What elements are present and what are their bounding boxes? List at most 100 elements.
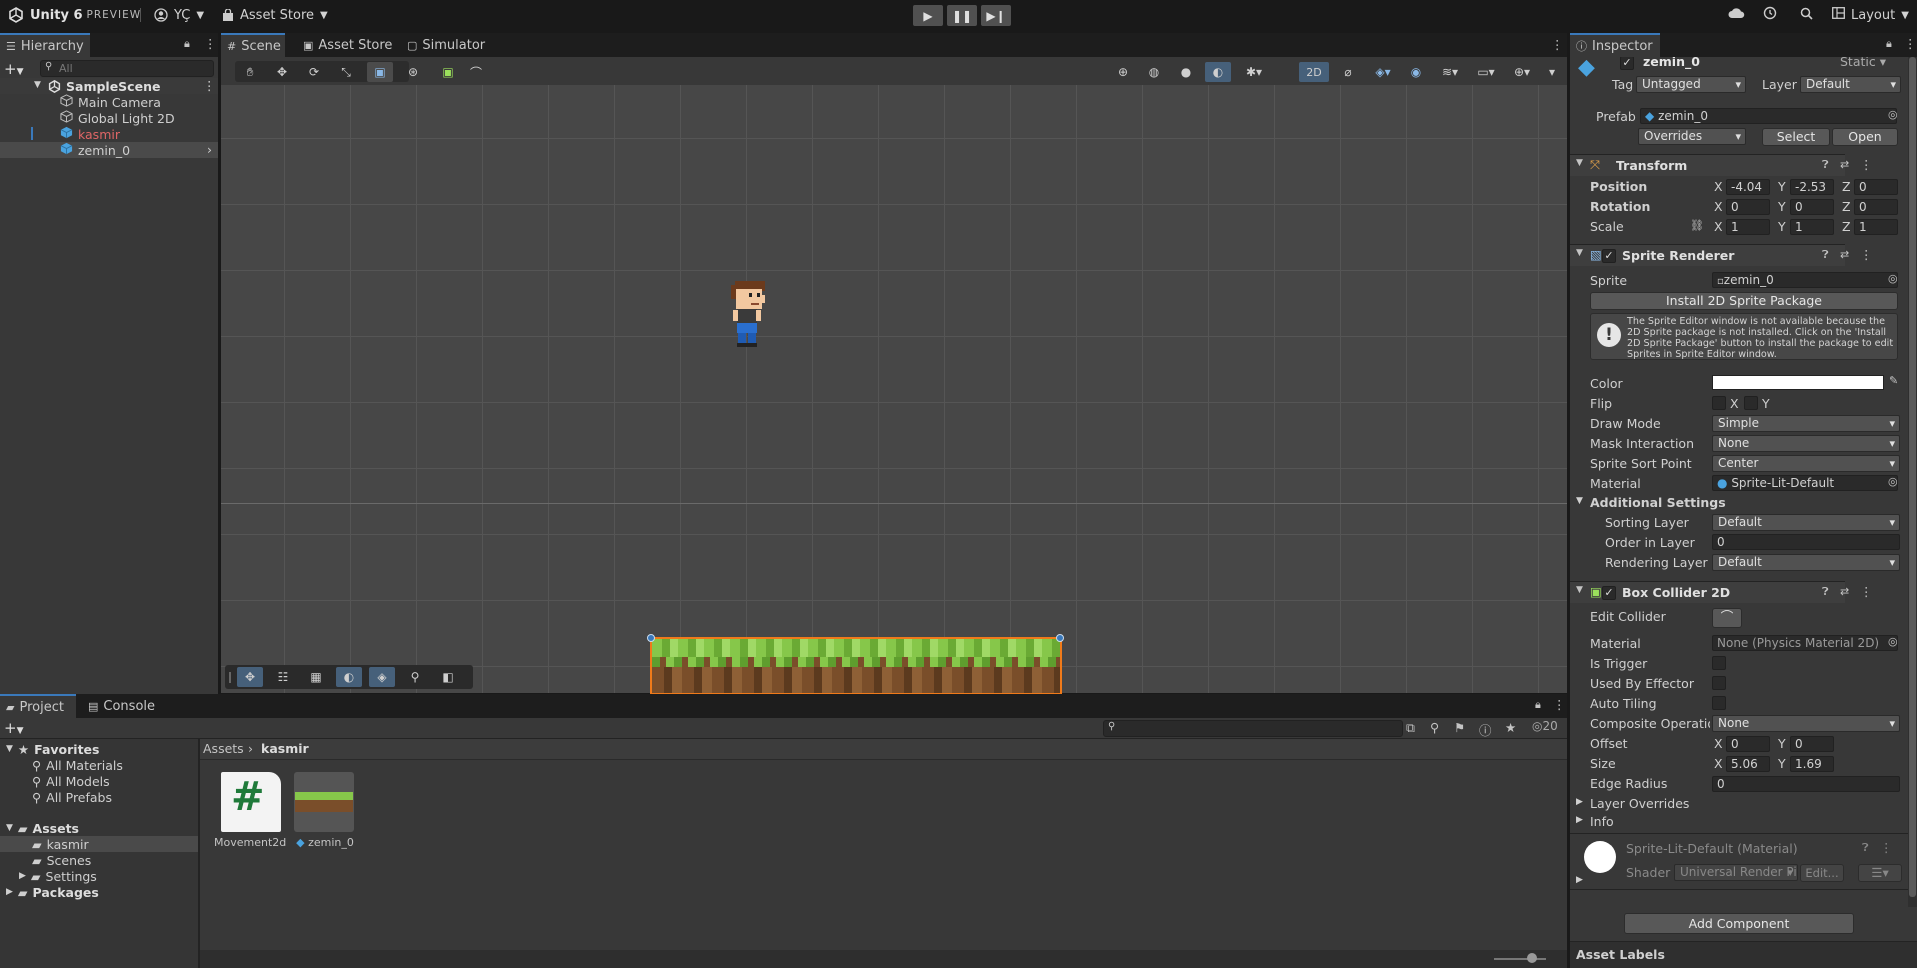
transform-header[interactable]: ▼ ⤧ Transform ❓︎ ⇄ ⋮ — [1570, 154, 1873, 176]
asset-zemin[interactable]: ◆ zemin_0 — [290, 772, 360, 862]
add-object-button[interactable]: +▼ — [4, 60, 24, 78]
breadcrumb-assets[interactable]: Assets — [203, 741, 244, 756]
overrides-dropdown[interactable]: Overrides — [1638, 128, 1746, 145]
expand-arrow-icon[interactable]: ▶ — [1576, 797, 1583, 807]
sort-point-dropdown[interactable]: Center — [1712, 455, 1900, 472]
filter-icon[interactable]: ⚲ — [1430, 720, 1439, 735]
camera-dropdown[interactable]: ▭▾ — [1470, 62, 1502, 82]
cloud-button[interactable] — [1728, 0, 1745, 30]
lock-icon[interactable]: 🔒︎ — [184, 37, 190, 51]
info-foldout[interactable]: Info — [1590, 814, 1614, 829]
tab-inspector[interactable]: ⓘ Inspector — [1570, 33, 1660, 57]
label-icon[interactable]: ⚑ — [1454, 720, 1465, 735]
more-options-icon[interactable]: ⋮ — [1860, 584, 1873, 599]
help-icon[interactable]: ❓︎ — [1862, 841, 1869, 855]
character-sprite-kasmir[interactable] — [727, 277, 771, 351]
size-x-field[interactable]: 5.06 — [1726, 756, 1770, 772]
lock-icon[interactable]: 🔒︎ — [1886, 37, 1892, 51]
favorite-all-models[interactable]: ⚲ All Models — [0, 773, 110, 789]
unity-logo[interactable]: Unity 6 PREVIEW — [8, 0, 141, 30]
object-picker-icon[interactable]: ◎ — [1888, 635, 1898, 648]
overlay-layers[interactable]: ◈ — [369, 667, 395, 687]
hierarchy-item-kasmir[interactable]: kasmir — [0, 126, 120, 142]
overlay-grid-snap[interactable]: ☷ — [270, 667, 296, 687]
hidden-count[interactable]: ◎20 — [1532, 719, 1558, 733]
additional-settings-foldout[interactable]: Additional Settings — [1590, 495, 1726, 510]
scene-more[interactable]: ▾ — [1539, 62, 1565, 82]
collider-material-field[interactable]: None (Physics Material 2D) — [1712, 635, 1898, 651]
overlay-move[interactable]: ✥ — [237, 667, 263, 687]
presets-icon[interactable]: ⇄ — [1840, 248, 1849, 261]
layer-dropdown[interactable]: Default — [1800, 76, 1901, 93]
mask-interaction-dropdown[interactable]: None — [1712, 435, 1900, 452]
pause-button[interactable]: ❚❚ — [947, 5, 977, 26]
install-sprite-package-button[interactable]: Install 2D Sprite Package — [1590, 292, 1898, 310]
presets-icon[interactable]: ⇄ — [1840, 158, 1849, 171]
select-button[interactable]: Select — [1762, 128, 1830, 146]
object-picker-icon[interactable]: ◎ — [1888, 475, 1898, 488]
scale-y-field[interactable]: 1 — [1790, 219, 1834, 235]
chevron-right-icon[interactable]: › — [207, 142, 212, 157]
object-picker-icon[interactable]: ◎ — [1888, 108, 1898, 121]
search-button[interactable] — [1800, 0, 1813, 30]
tab-simulator[interactable]: ▢ Simulator — [401, 33, 491, 57]
assets-row[interactable]: ▼ ▰ Assets — [0, 820, 79, 836]
scene-viewport[interactable]: ✥ ☷ ▦ ◐ ◈ ⚲ ◧ — [221, 85, 1567, 695]
shading-lit[interactable]: ◐ — [1205, 62, 1231, 82]
tag-dropdown[interactable]: Untagged — [1636, 76, 1746, 93]
edit-collider-button[interactable]: ⌒ — [1712, 608, 1742, 628]
more-options-icon[interactable]: ⋮ — [1551, 37, 1564, 52]
hierarchy-search-input[interactable]: ⚲ All — [40, 60, 214, 77]
edge-radius-field[interactable]: 0 — [1712, 776, 1900, 792]
bounds-handle[interactable] — [647, 634, 655, 642]
more-options-icon[interactable]: ⋮ — [1553, 697, 1566, 712]
expand-arrow-icon[interactable]: ▼ — [1576, 496, 1583, 506]
overlay-increment[interactable]: ▦ — [303, 667, 329, 687]
rendering-layer-dropdown[interactable]: Default — [1712, 554, 1900, 571]
shader-edit-button[interactable]: Edit... — [1800, 864, 1844, 882]
drag-handle[interactable] — [229, 672, 231, 683]
open-button[interactable]: Open — [1832, 128, 1898, 146]
fx-dropdown[interactable]: ◈▾ — [1366, 62, 1400, 82]
warning-filter-icon[interactable]: ⓘ — [1479, 720, 1492, 739]
help-icon[interactable]: ❓︎ — [1822, 158, 1829, 172]
shading-wire[interactable]: ◍ — [1141, 62, 1167, 82]
static-toggle[interactable]: Static ▾ — [1840, 57, 1886, 69]
favorite-all-prefabs[interactable]: ⚲ All Prefabs — [0, 789, 112, 805]
hierarchy-item-zemin[interactable]: zemin_0 › — [0, 142, 218, 158]
move-tool[interactable]: ✥ — [269, 62, 295, 82]
tab-project[interactable]: ▰ Project — [0, 694, 76, 718]
position-x-field[interactable]: -4.04 — [1726, 179, 1770, 195]
overlay-search[interactable]: ⚲ — [402, 667, 428, 687]
tab-console[interactable]: ▤ Console — [82, 694, 161, 718]
size-y-field[interactable]: 1.69 — [1790, 756, 1834, 772]
expand-arrow-icon[interactable]: ▶ — [1576, 875, 1583, 885]
edit-collider-tool[interactable]: ⌒ — [463, 62, 489, 82]
overlay-camera[interactable]: ◧ — [435, 667, 461, 687]
layer-overrides-foldout[interactable]: Layer Overrides — [1590, 796, 1689, 811]
global-toggle[interactable]: ⊕ — [1110, 62, 1136, 82]
account-dropdown[interactable]: YÇ ▼ — [154, 0, 204, 30]
tab-asset-store[interactable]: ▣ Asset Store — [297, 33, 398, 57]
scene-row[interactable]: ▼ SampleScene ⋮ — [0, 78, 218, 94]
lock-icon[interactable]: 🔒︎ — [1535, 698, 1541, 712]
zoom-slider-thumb[interactable] — [1527, 953, 1537, 963]
folder-kasmir[interactable]: ▰ kasmir — [0, 836, 198, 852]
history-button[interactable] — [1763, 0, 1777, 30]
breadcrumb-kasmir[interactable]: kasmir — [261, 741, 309, 756]
scrollbar-thumb[interactable] — [1909, 57, 1916, 897]
lighting-toggle[interactable]: ⌀ — [1335, 62, 1361, 82]
shader-dropdown[interactable]: Universal Render Pi — [1674, 864, 1798, 881]
search-by-type-icon[interactable]: ⧉ — [1406, 720, 1415, 736]
hand-tool[interactable]: ✋︎ — [237, 62, 263, 82]
debug-dropdown[interactable]: ✱▾ — [1241, 62, 1267, 82]
order-in-layer-field[interactable]: 0 — [1712, 534, 1900, 550]
more-options-icon[interactable]: ⋮ — [1904, 36, 1917, 51]
create-asset-button[interactable]: +▼ — [4, 719, 24, 737]
rotate-tool[interactable]: ⟳ — [301, 62, 327, 82]
layers-dropdown[interactable]: ≋▾ — [1434, 62, 1466, 82]
more-options-icon[interactable]: ⋮ — [1860, 157, 1873, 172]
more-options-icon[interactable]: ⋮ — [1880, 840, 1893, 855]
gizmos-dropdown[interactable]: ⊕▾ — [1506, 62, 1538, 82]
transform-tool[interactable]: ⊛ — [400, 62, 426, 82]
